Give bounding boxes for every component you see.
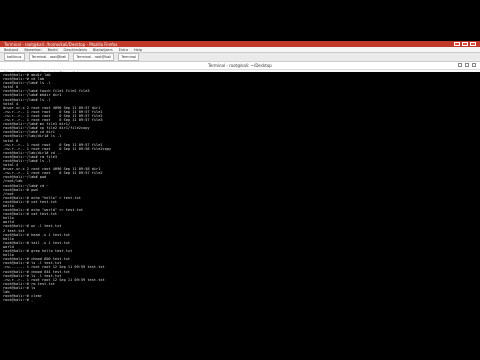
menu-bookmarks[interactable]: Bladwijzers xyxy=(93,48,113,52)
bookmark-3[interactable]: Terminal - root@kali xyxy=(73,53,115,61)
menu-help[interactable]: Help xyxy=(134,48,142,52)
letterbox-top xyxy=(0,0,480,41)
terminal-line: root@kali:~# _ xyxy=(3,298,34,303)
close-button[interactable] xyxy=(470,42,476,46)
menu-edit[interactable]: Bewerken xyxy=(24,48,41,52)
menu-history[interactable]: Geschiedenis xyxy=(64,48,87,52)
bookmark-4[interactable]: Terminal xyxy=(118,53,140,61)
terminal-output-area[interactable]: root@kali:~# mkdir lab root@kali:~# cd la… xyxy=(0,72,480,319)
menu-view[interactable]: Beeld xyxy=(48,48,58,52)
terminal-maximize-button[interactable] xyxy=(465,63,469,67)
app-window: Terminal - root@kali: /home/kali/Desktop… xyxy=(0,41,480,319)
letterbox-bottom xyxy=(0,319,480,360)
bookmark-1[interactable]: kalilinux xyxy=(4,53,25,61)
terminal-minimize-button[interactable] xyxy=(458,63,462,67)
terminal-output: root@kali:~# mkdir lab root@kali:~# cd la… xyxy=(0,72,480,303)
minimize-button[interactable] xyxy=(454,42,460,46)
maximize-button[interactable] xyxy=(462,42,468,46)
menu-file[interactable]: Bestand xyxy=(4,48,18,52)
window-buttons xyxy=(454,42,476,46)
terminal-close-button[interactable] xyxy=(472,63,476,67)
terminal-header: Terminal - root@kali: ~/Desktop xyxy=(0,62,480,70)
menu-tools[interactable]: Extra xyxy=(119,48,128,52)
terminal-window-buttons xyxy=(458,63,476,67)
bookmark-2[interactable]: Terminal - root@kali xyxy=(28,53,70,61)
window-title: Terminal - root@kali: /home/kali/Desktop… xyxy=(4,41,118,47)
terminal-title: Terminal - root@kali: ~/Desktop xyxy=(208,63,272,68)
bookmarks-bar: kalilinux Terminal - root@kali Terminal … xyxy=(0,53,480,62)
